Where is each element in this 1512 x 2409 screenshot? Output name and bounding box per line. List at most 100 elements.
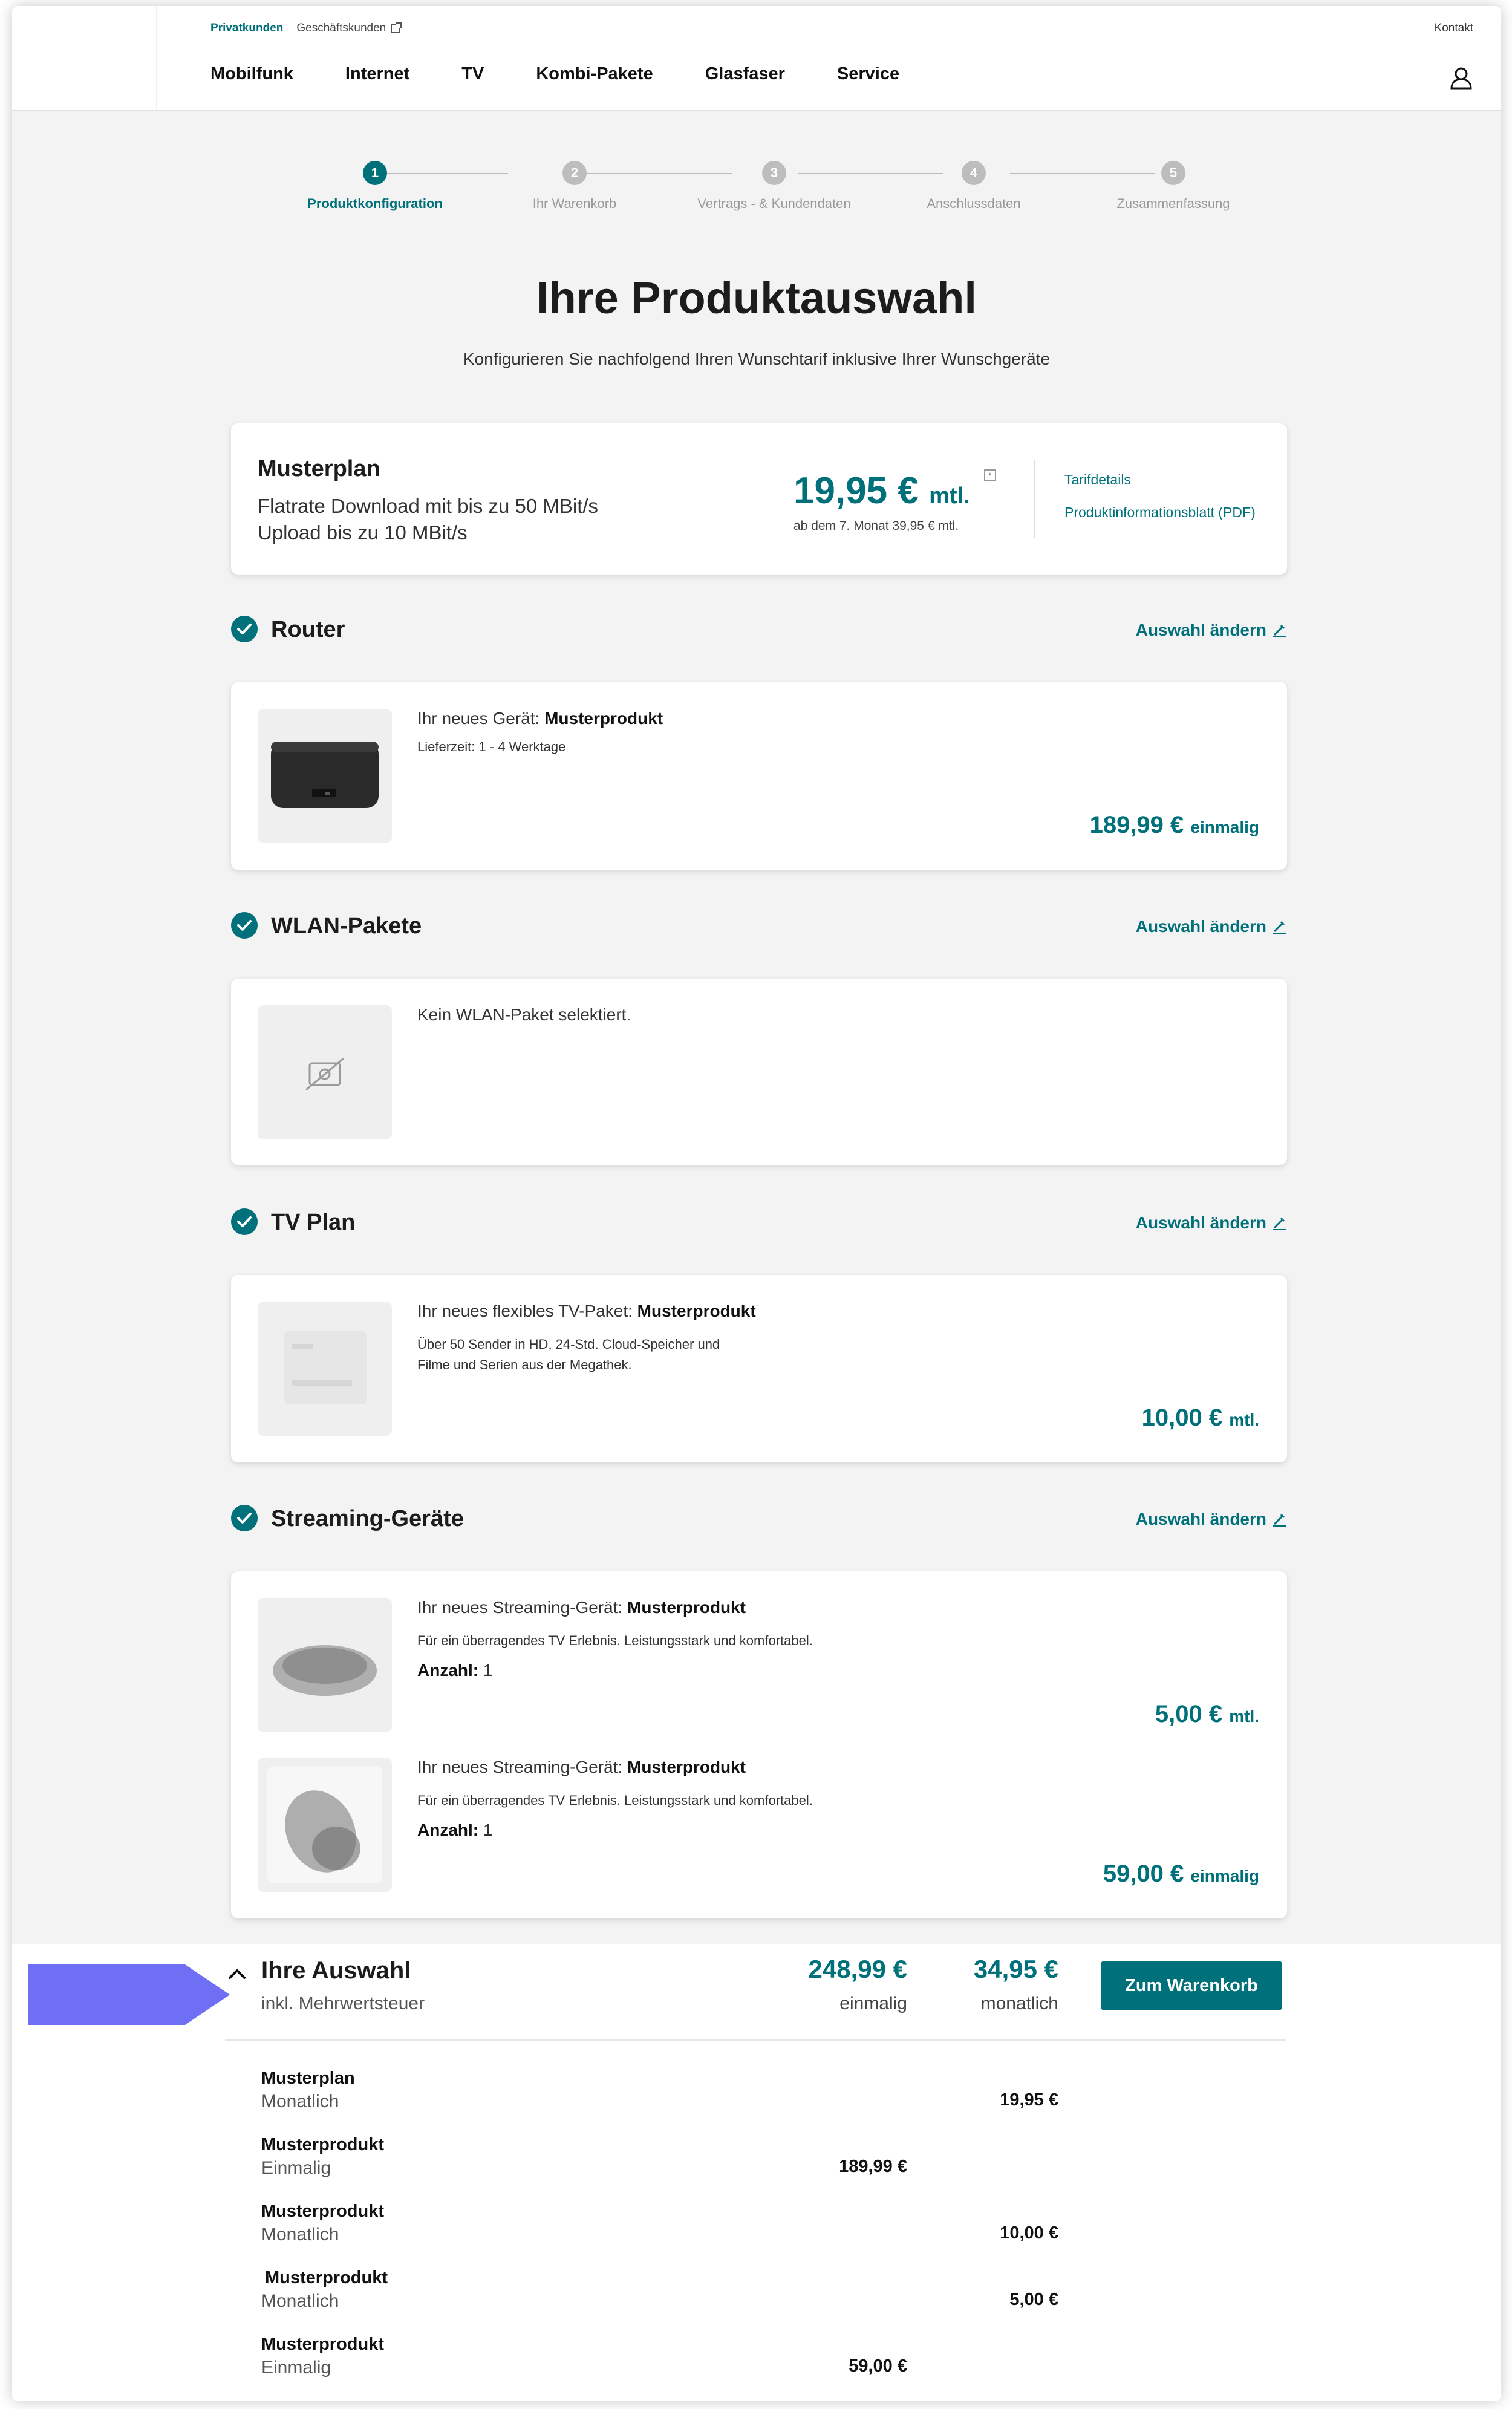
streaming-remote-illustration: [267, 1766, 382, 1883]
to-cart-button[interactable]: Zum Warenkorb: [1101, 1961, 1282, 2010]
page-title: Ihre Produktauswahl: [536, 273, 977, 323]
pencil-icon: [1273, 1217, 1286, 1230]
step-warenkorb: 2 Ihr Warenkorb: [496, 161, 653, 212]
change-wlan-link[interactable]: Auswahl ändern: [1136, 917, 1287, 936]
plan-name: Musterplan: [258, 456, 380, 481]
section-title: Router: [271, 617, 345, 642]
streaming-1-price-unit: mtl.: [1229, 1707, 1259, 1726]
streaming-device-image: [258, 1758, 392, 1892]
router-product-name: Musterprodukt: [544, 709, 663, 728]
segment-privatkunden-link[interactable]: Privatkunden: [210, 22, 283, 35]
streaming-1-quantity: Anzahl: 1: [417, 1661, 492, 1680]
quantity-value: 1: [478, 1821, 493, 1839]
plan-price-unit: mtl.: [929, 483, 970, 509]
plan-card: Musterplan Flatrate Download mit bis zu …: [231, 423, 1287, 575]
wlan-card: Kein WLAN-Paket selektiert.: [231, 979, 1287, 1165]
streaming-card: Ihr neues Streaming-Gerät: Musterprodukt…: [231, 1571, 1287, 1918]
chevron-up-icon[interactable]: [225, 1962, 249, 1986]
check-circle-icon: [231, 616, 258, 642]
change-tv-link[interactable]: Auswahl ändern: [1136, 1213, 1287, 1233]
total-monthly-label: monatlich: [980, 1993, 1058, 2013]
streaming-2-prefix: Ihr neues Streaming-Gerät:: [417, 1758, 628, 1776]
nav-item-internet[interactable]: Internet: [345, 64, 409, 84]
external-link-icon: [391, 22, 402, 33]
tv-price-unit: mtl.: [1229, 1410, 1259, 1429]
step-zusammenfassung: 5 Zusammenfassung: [1095, 161, 1252, 212]
router-card: Ihr neues Gerät: Musterprodukt Lieferzei…: [231, 682, 1287, 870]
summary-row-once: 59,00 €: [849, 2356, 907, 2376]
summary-row-type: Monatlich: [261, 2291, 339, 2311]
summary-row-monthly: 19,95 €: [1000, 2090, 1058, 2110]
total-monthly-amount: 34,95 €: [973, 1955, 1058, 1983]
quantity-label: Anzahl:: [417, 1661, 479, 1680]
step-number: 5: [1161, 161, 1185, 185]
quantity-value: 1: [478, 1661, 493, 1680]
nav-item-kombi-pakete[interactable]: Kombi-Pakete: [536, 64, 653, 84]
step-anschlussdaten: 4 Anschlussdaten: [895, 161, 1052, 212]
change-streaming-link[interactable]: Auswahl ändern: [1136, 1510, 1287, 1529]
plan-price-after: ab dem 7. Monat 39,95 € mtl.: [793, 519, 959, 533]
change-link-label: Auswahl ändern: [1135, 917, 1266, 936]
total-once-label: einmalig: [839, 1993, 907, 2013]
plan-divider: [1034, 460, 1035, 538]
tv-price: 10,00 € mtl.: [1142, 1404, 1259, 1432]
change-router-link[interactable]: Auswahl ändern: [1136, 621, 1287, 640]
price-footnote-icon[interactable]: *: [983, 469, 996, 481]
streaming-2-product-name: Musterprodukt: [627, 1758, 746, 1776]
section-wlan-header: WLAN-Pakete Auswahl ändern: [231, 907, 1287, 944]
router-product-prefix: Ihr neues Gerät:: [417, 709, 545, 728]
site-header: Privatkunden Geschäftskunden Kontakt Mob…: [12, 6, 1501, 111]
segment-geschaeftskunden-link[interactable]: Geschäftskunden: [296, 22, 402, 35]
summary-title[interactable]: Ihre Auswahl: [261, 1957, 411, 1984]
nav-item-mobilfunk[interactable]: Mobilfunk: [210, 64, 293, 84]
tv-card: Ihr neues flexibles TV-Paket: Musterprod…: [231, 1275, 1287, 1462]
tv-package-image: [258, 1302, 392, 1436]
check-circle-icon: [231, 912, 258, 939]
section-title: WLAN-Pakete: [271, 913, 422, 939]
summary-row-type: Monatlich: [261, 2225, 339, 2244]
user-icon[interactable]: [1449, 65, 1473, 90]
nav-item-tv[interactable]: TV: [461, 64, 484, 84]
summary-row-once: 189,99 €: [839, 2157, 907, 2176]
quantity-label: Anzahl:: [417, 1821, 479, 1839]
streaming-device-image: [258, 1598, 392, 1732]
section-title: Streaming-Geräte: [271, 1506, 464, 1531]
plan-price-value: 19,95 €: [793, 470, 919, 512]
pencil-icon: [1273, 624, 1286, 637]
router-image: [258, 709, 392, 843]
step-vertragsdaten: 3 Vertrags - & Kundendaten: [696, 161, 853, 212]
router-delivery: Lieferzeit: 1 - 4 Werktage: [417, 739, 566, 754]
wlan-empty-text: Kein WLAN-Paket selektiert.: [417, 1005, 631, 1024]
section-router-header: Router Auswahl ändern: [231, 611, 1287, 647]
step-label: Ihr Warenkorb: [532, 196, 617, 211]
router-product-line: Ihr neues Gerät: Musterprodukt: [417, 709, 663, 728]
step-number: 4: [962, 161, 986, 185]
streaming-1-price-value: 5,00 €: [1155, 1701, 1223, 1727]
tv-product-prefix: Ihr neues flexibles TV-Paket:: [417, 1302, 637, 1320]
page-frame: Privatkunden Geschäftskunden Kontakt Mob…: [12, 6, 1501, 2401]
nav-item-glasfaser[interactable]: Glasfaser: [705, 64, 785, 84]
summary-row-type: Einmalig: [261, 2158, 331, 2178]
summary-row-type: Monatlich: [261, 2091, 339, 2111]
streaming-1-product-name: Musterprodukt: [627, 1598, 746, 1617]
step-label: Vertrags - & Kundendaten: [697, 196, 851, 211]
tarifdetails-link[interactable]: Tarifdetails: [1064, 472, 1131, 488]
router-device-illustration: [271, 742, 379, 808]
main-navigation: Mobilfunk Internet TV Kombi-Pakete Glasf…: [210, 64, 899, 84]
nav-item-service[interactable]: Service: [837, 64, 899, 84]
contact-link[interactable]: Kontakt: [1435, 22, 1473, 35]
streaming-2-price: 59,00 € einmalig: [1103, 1860, 1259, 1888]
wlan-placeholder-image: [258, 1005, 392, 1139]
summary-row-type: Einmalig: [261, 2358, 331, 2378]
tv-package-illustration: [284, 1331, 367, 1404]
summary-row-name: Musterprodukt: [261, 2135, 384, 2154]
pencil-icon: [1273, 1513, 1286, 1527]
streaming-1-price: 5,00 € mtl.: [1155, 1701, 1259, 1728]
step-produktkonfiguration[interactable]: 1 Produktkonfiguration: [296, 161, 454, 212]
produktinformationsblatt-link[interactable]: Produktinformationsblatt (PDF): [1064, 504, 1256, 521]
tv-product-name: Musterprodukt: [637, 1302, 756, 1320]
indicator-arrow-icon: [28, 1964, 230, 2025]
summary-row-name: Musterplan: [261, 2068, 355, 2088]
summary-row-name: Musterprodukt: [261, 2335, 384, 2354]
change-link-label: Auswahl ändern: [1135, 621, 1266, 639]
